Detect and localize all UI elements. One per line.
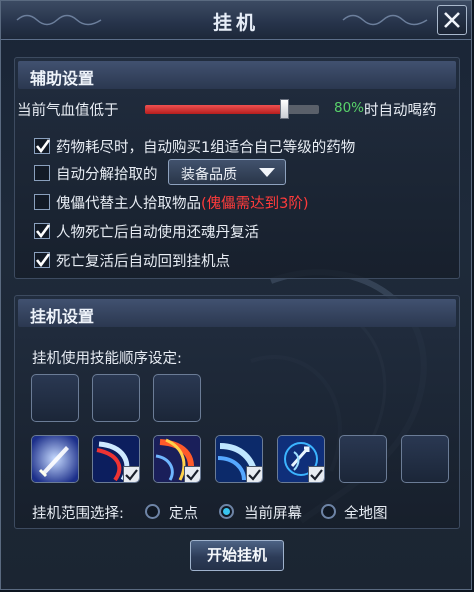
checkmark-icon <box>35 224 51 239</box>
checkmark-icon <box>310 469 323 481</box>
auto-buy-potion-label: 药物耗尽时，自动购买1组适合自己等级的药物 <box>56 140 356 156</box>
checkmark-icon <box>35 139 51 154</box>
auto-decompose-label: 自动分解拾取的 <box>56 167 158 183</box>
hp-threshold-value: 80% <box>334 100 365 116</box>
close-button[interactable] <box>437 5 467 35</box>
close-icon <box>444 12 460 28</box>
range-option-full-map: 全地图 <box>344 506 388 522</box>
range-label: 挂机范围选择: <box>32 506 124 522</box>
hangup-settings-panel: 挂机设置 <box>14 295 460 529</box>
hp-slider-fill <box>145 105 284 114</box>
puppet-requirement-note: (傀儡需达到3阶) <box>201 196 309 212</box>
hp-slider-handle[interactable] <box>280 99 289 119</box>
checkmark-icon <box>35 253 51 268</box>
range-option-fixed-point: 定点 <box>169 506 198 522</box>
skill-slot-1[interactable] <box>31 435 79 483</box>
skill-enabled-checkbox[interactable] <box>308 466 324 482</box>
skill-enabled-checkbox[interactable] <box>123 466 139 482</box>
skill-order-label: 挂机使用技能顺序设定: <box>32 351 182 367</box>
assist-settings-header: 辅助设置 <box>18 61 456 89</box>
puppet-pickup-label: 傀儡代替主人拾取物品(傀儡需达到3阶) <box>56 196 309 212</box>
auto-revive-label: 人物死亡后自动使用还魂丹复活 <box>56 225 259 241</box>
title-bar[interactable]: 挂机 <box>1 1 471 40</box>
skill-slot-empty[interactable] <box>339 435 387 483</box>
skill-enabled-checkbox[interactable] <box>246 466 262 482</box>
start-hangup-button[interactable]: 开始挂机 <box>190 540 284 571</box>
range-radio-full-map[interactable] <box>321 504 336 519</box>
skill-slot-3[interactable] <box>153 435 201 483</box>
return-to-point-label: 死亡复活后自动回到挂机点 <box>56 254 230 270</box>
hangup-settings-header: 挂机设置 <box>18 299 456 327</box>
auto-decompose-checkbox[interactable] <box>34 165 50 181</box>
equipment-quality-value: 装备品质 <box>181 167 237 183</box>
return-to-point-checkbox[interactable] <box>34 252 51 268</box>
hangup-window: 挂机 辅助设置 当前气血值低于 80% 时自动喝药 药物耗尽时，自动购买1组适合… <box>0 0 472 590</box>
range-radio-current-screen[interactable] <box>219 504 234 519</box>
skill-slot-empty[interactable] <box>401 435 449 483</box>
auto-buy-potion-checkbox[interactable] <box>34 138 51 154</box>
equipment-quality-dropdown[interactable]: 装备品质 <box>168 159 286 185</box>
skill-slot-2[interactable] <box>92 435 140 483</box>
checkmark-icon <box>125 469 138 481</box>
skill-slot-4[interactable] <box>215 435 263 483</box>
puppet-pickup-checkbox[interactable] <box>34 194 50 210</box>
window-title: 挂机 <box>212 12 259 34</box>
skill-enabled-checkbox[interactable] <box>184 466 200 482</box>
hp-threshold-label: 当前气血值低于 <box>17 103 119 119</box>
checkmark-icon <box>186 469 199 481</box>
skill-order-slot[interactable] <box>31 374 79 422</box>
hp-threshold-slider[interactable] <box>145 99 319 119</box>
range-option-current-screen: 当前屏幕 <box>244 506 302 522</box>
hp-threshold-suffix: 时自动喝药 <box>364 103 437 119</box>
checkmark-icon <box>248 469 261 481</box>
skill-order-slot[interactable] <box>153 374 201 422</box>
sword-skill-icon <box>32 436 78 482</box>
chevron-down-icon <box>259 168 275 177</box>
auto-revive-checkbox[interactable] <box>34 223 51 239</box>
range-radio-fixed-point[interactable] <box>145 504 160 519</box>
skill-slot-5[interactable] <box>277 435 325 483</box>
skill-order-slot[interactable] <box>92 374 140 422</box>
